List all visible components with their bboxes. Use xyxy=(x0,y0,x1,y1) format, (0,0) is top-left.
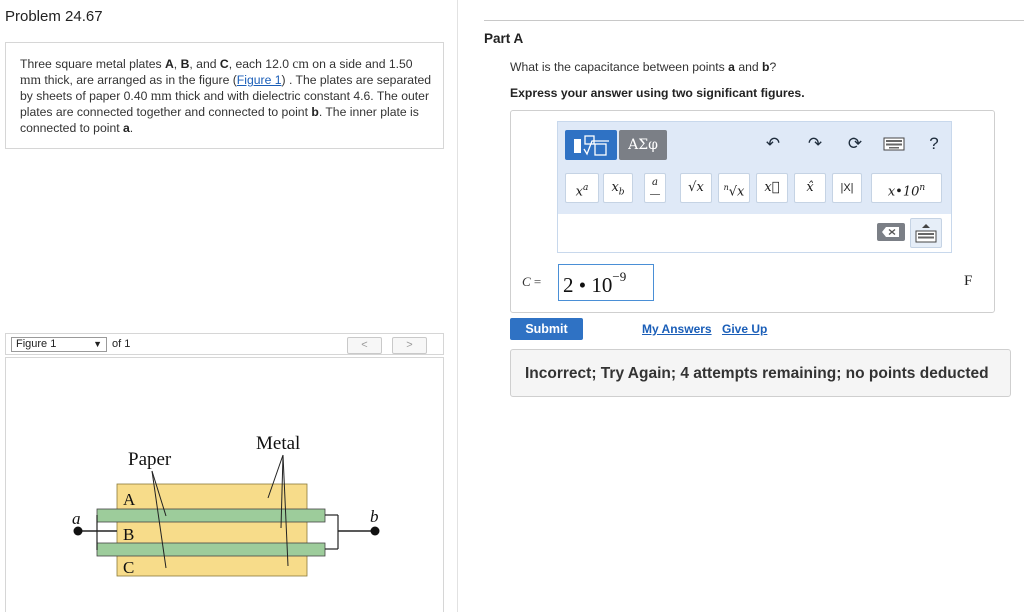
plate-a-ref: A xyxy=(164,57,174,71)
paper-label: Paper xyxy=(128,449,172,470)
previous-figure-button[interactable]: < xyxy=(347,337,382,354)
question-text: What is the capacitance between points a… xyxy=(510,60,776,74)
question-point-a: a xyxy=(728,60,735,74)
column-divider xyxy=(457,0,458,612)
next-figure-button[interactable]: > xyxy=(392,337,427,354)
undo-icon[interactable]: ↶ xyxy=(762,134,784,154)
answer-base: 10 xyxy=(591,273,613,297)
question-point-b: b xyxy=(762,60,770,74)
statement-text: . xyxy=(129,121,134,135)
plate-c-ref: C xyxy=(219,57,229,71)
superscript-template-button[interactable]: xa xyxy=(565,173,599,203)
figure-navigation-bar: Figure 1 ▼ of 1 < > xyxy=(5,333,444,355)
point-b-label: b xyxy=(370,507,379,526)
templates-icon xyxy=(574,135,609,156)
plate-c-label: C xyxy=(123,558,134,577)
figure-select-label: Figure 1 xyxy=(16,338,57,350)
answer-exponent: −9 xyxy=(612,269,627,284)
keyboard-icon[interactable] xyxy=(883,136,905,156)
statement-text: , and xyxy=(189,57,220,71)
plate-a-label: A xyxy=(123,490,136,509)
terminal-b xyxy=(370,526,380,536)
answer-mantissa: 2 xyxy=(563,273,574,297)
statement-text: Three square metal plates xyxy=(20,57,165,71)
subscript-template-button[interactable]: xb xyxy=(603,173,633,203)
unit-mm: mm xyxy=(20,72,42,87)
paper-sheet xyxy=(116,483,308,577)
keyboard-glyph xyxy=(883,137,905,151)
part-divider xyxy=(484,20,1024,21)
question-prefix: What is the capacitance between points xyxy=(510,60,729,74)
answer-input[interactable]: 2 • 10−9 xyxy=(558,264,654,301)
vector-template-button[interactable]: x⃗ xyxy=(756,173,788,203)
metal-plate-b xyxy=(96,542,326,557)
problem-title: Problem 24.67 xyxy=(5,8,103,25)
unit-vector-template-button[interactable]: x̂ xyxy=(794,173,826,203)
my-answers-link[interactable]: My Answers xyxy=(642,322,712,336)
point-b-ref: b xyxy=(311,105,319,119)
answer-dot: • xyxy=(573,273,592,297)
sqrt-template-button[interactable]: √x xyxy=(680,173,712,203)
templates-button[interactable] xyxy=(565,130,617,160)
figure-link[interactable]: Figure 1 xyxy=(237,73,282,87)
unit-cm: cm xyxy=(292,56,309,71)
give-up-link[interactable]: Give Up xyxy=(722,322,767,336)
part-title: Part A xyxy=(484,31,524,46)
statement-text: on a side and 1.50 xyxy=(308,57,413,71)
question-mid: and xyxy=(734,60,763,74)
statement-text: , xyxy=(173,57,181,71)
answer-equals: = xyxy=(530,274,542,289)
answer-variable: C xyxy=(522,274,531,289)
plate-b-label: B xyxy=(123,525,134,544)
nth-root-template-button[interactable]: n√x xyxy=(718,173,750,203)
greek-symbols-icon: ΑΣφ xyxy=(628,137,658,153)
keyboard-toggle-icon xyxy=(915,224,937,243)
capacitor-plates-figure: Paper Metal A B C a b xyxy=(72,433,380,577)
reset-icon[interactable]: ⟳ xyxy=(844,134,866,154)
fraction-template-button[interactable]: a ― xyxy=(644,173,666,203)
statement-text: thick, are arranged as in the figure ( xyxy=(41,73,237,87)
point-a-label: a xyxy=(72,509,81,528)
question-suffix: ? xyxy=(769,60,777,74)
point-a-ref: a xyxy=(123,121,130,135)
greek-symbols-button[interactable]: ΑΣφ xyxy=(619,130,667,160)
backspace-icon xyxy=(882,227,899,237)
problem-statement: Three square metal plates A, B, and C, e… xyxy=(5,42,444,149)
unit-mm: mm xyxy=(150,88,172,103)
editor-toolbar: ΑΣφ ↶ ↷ ⟳ ? xa xb a ― √x n√x x⃗ x̂ |X| x•… xyxy=(558,122,951,214)
metal-label: Metal xyxy=(256,433,300,454)
answer-instructions: Express your answer using two significan… xyxy=(510,86,805,100)
figure-select[interactable]: Figure 1 ▼ xyxy=(11,337,107,352)
feedback-message: Incorrect; Try Again; 4 attempts remaini… xyxy=(510,349,1011,397)
figure-count: of 1 xyxy=(112,338,131,350)
answer-unit: F xyxy=(964,273,973,289)
submit-button[interactable]: Submit xyxy=(510,318,583,340)
figure-panel: Paper Metal A B C a b xyxy=(5,357,444,612)
abs-template-button[interactable]: |X| xyxy=(832,173,862,203)
math-editor: ΑΣφ ↶ ↷ ⟳ ? xa xb a ― √x n√x x⃗ x̂ |X| x•… xyxy=(557,121,952,253)
dropdown-arrow-icon: ▼ xyxy=(93,339,102,349)
sci-notation-template-button[interactable]: x•10n xyxy=(871,173,942,203)
redo-icon[interactable]: ↷ xyxy=(804,134,826,154)
answer-variable-label: C = xyxy=(522,274,541,290)
statement-text: , each 12.0 xyxy=(228,57,293,71)
help-icon[interactable]: ? xyxy=(923,134,945,154)
metal-plate-a xyxy=(96,508,326,523)
backspace-button[interactable] xyxy=(877,223,905,241)
keyboard-toggle-button[interactable] xyxy=(910,218,942,248)
